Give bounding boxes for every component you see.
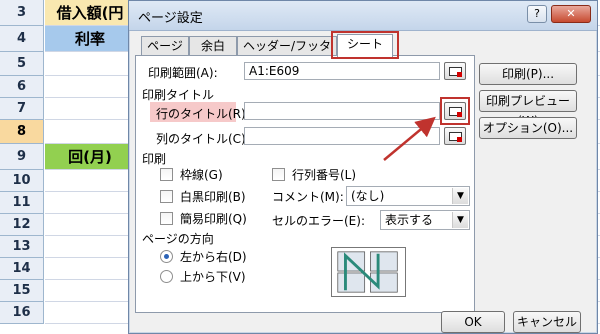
print-button[interactable]: 印刷(P)... [479,63,577,85]
print-group: 印刷 [142,152,167,166]
page-setup-dialog: ページ設定 ? ✕ ページ 余白 ヘッダー/フッター シート 印刷範囲(A): … [128,0,598,334]
sheet-cell[interactable] [45,236,135,258]
chevron-down-icon[interactable]: ▼ [452,212,468,228]
row-header[interactable]: 6 [0,76,44,98]
cols-title-label: 列のタイトル(C): [156,132,250,146]
print-titles-group: 印刷タイトル [142,88,215,102]
tab-page[interactable]: ページ [141,36,189,56]
sheet-cell[interactable] [45,170,135,192]
sheet-cell[interactable] [45,76,135,98]
order-ttb-radio[interactable] [160,270,173,283]
ok-button[interactable]: OK [441,311,505,333]
row-header[interactable]: 10 [0,170,44,192]
row-header[interactable]: 15 [0,280,44,302]
tab-header-footer[interactable]: ヘッダー/フッター [237,36,337,71]
sheet-cell[interactable] [45,52,135,76]
row-header[interactable]: 13 [0,236,44,258]
comments-label: コメント(M): [272,190,344,204]
bw-checkbox[interactable] [160,190,173,203]
sheet-tab-panel: 印刷範囲(A): A1:E609 印刷タイトル 行のタイトル(R): 列のタイト… [135,55,475,313]
sheet-cell[interactable]: 回(月) [45,144,135,170]
errors-select[interactable]: 表示する ▼ [380,210,470,230]
row-header[interactable]: 11 [0,192,44,214]
print-area-ref-button[interactable] [444,62,466,80]
cancel-button[interactable]: キャンセル [513,311,581,333]
cols-title-input[interactable] [244,127,440,145]
print-area-input[interactable]: A1:E609 [244,62,440,80]
errors-value: 表示する [385,213,434,227]
row-header[interactable]: 9 [0,144,44,170]
row-header[interactable]: 14 [0,258,44,280]
comments-select[interactable]: (なし) ▼ [346,186,470,206]
comments-value: (なし) [351,189,385,203]
draft-checkbox[interactable] [160,212,173,225]
order-ltr-label: 左から右(D) [180,250,247,264]
chevron-down-icon[interactable]: ▼ [452,188,468,204]
row-header[interactable]: 3 [0,0,44,26]
row-header[interactable]: 4 [0,26,44,52]
close-button[interactable]: ✕ [551,5,591,23]
row-header[interactable]: 5 [0,52,44,76]
row-header[interactable]: 8 [0,120,44,144]
tab-margins[interactable]: 余白 [189,36,237,56]
row-header[interactable]: 16 [0,302,44,324]
row-header[interactable]: 7 [0,98,44,120]
order-ttb-label: 上から下(V) [180,270,246,284]
sheet-cell[interactable]: 利率 [45,26,135,52]
row-col-headings-label: 行列番号(L) [292,168,357,182]
sheet-tab-highlight [331,31,399,59]
order-ltr-radio[interactable] [160,250,173,263]
row-col-headings-checkbox[interactable] [272,168,285,181]
sheet-cell[interactable] [45,192,135,214]
gridlines-label: 枠線(G) [180,168,223,182]
bw-label: 白黒印刷(B) [180,190,246,204]
sheet-cell[interactable] [45,214,135,236]
print-area-label: 印刷範囲(A): [148,66,218,80]
sheet-cell[interactable] [45,98,135,120]
order-group: ページの方向 [142,232,214,246]
cols-title-ref-button[interactable] [444,127,466,145]
sheet-cell[interactable] [45,120,135,144]
page-order-diagram [331,247,406,297]
gridlines-checkbox[interactable] [160,168,173,181]
draft-label: 簡易印刷(Q) [180,212,247,226]
rows-title-label: 行のタイトル(R): [156,107,250,121]
sheet-cell[interactable] [45,258,135,280]
row-header[interactable]: 12 [0,214,44,236]
errors-label: セルのエラー(E): [272,214,365,228]
rows-ref-highlight [440,97,470,125]
dialog-titlebar: ページ設定 ? ✕ [129,1,597,31]
dialog-title: ページ設定 [138,11,203,26]
sheet-cell[interactable] [45,302,135,324]
options-button[interactable]: オプション(O)... [479,117,577,139]
sheet-cell[interactable]: 借入額(円 [45,0,135,26]
help-button[interactable]: ? [527,5,547,23]
sheet-cell[interactable] [45,280,135,302]
rows-title-input[interactable] [244,102,440,120]
print-preview-button[interactable]: 印刷プレビュー(W) [479,90,577,128]
